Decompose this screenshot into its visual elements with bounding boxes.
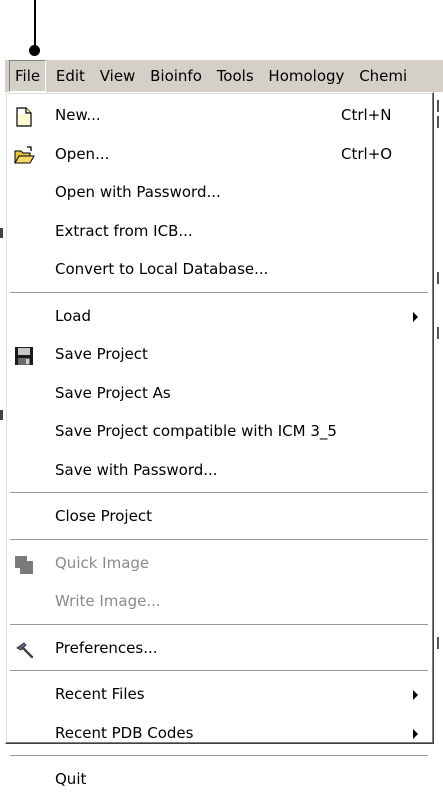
- menu-item-save-project-as[interactable]: Save Project As: [8, 374, 430, 413]
- menu-item-quit[interactable]: Quit: [8, 760, 430, 799]
- menu-item-save-project[interactable]: Save Project: [8, 335, 430, 374]
- menu-item-label: Preferences...: [55, 638, 158, 657]
- menu-item-label: New...: [55, 106, 101, 124]
- menu-separator: [10, 623, 428, 626]
- submenu-arrow-icon: [413, 728, 418, 739]
- open-folder-icon: [13, 143, 35, 165]
- menu-item-label: Quick Image: [55, 553, 150, 572]
- menu-item-write-image: Write Image...: [8, 582, 430, 621]
- menu-separator: [10, 670, 428, 672]
- menu-file[interactable]: File: [9, 60, 47, 92]
- menu-item-quick-image: Quick Image: [8, 544, 430, 583]
- background-window-mark: [0, 410, 3, 420]
- shortcut-label: Ctrl+O: [341, 144, 393, 163]
- menu-item-recent-files[interactable]: Recent Files: [8, 675, 430, 714]
- menu-item-open-with-password[interactable]: Open with Password...: [8, 173, 430, 212]
- menu-item-label: Load: [55, 306, 91, 325]
- menu-separator: [10, 291, 428, 294]
- menu-item-label: Recent Files: [55, 685, 145, 703]
- menu-item-label: Write Image...: [55, 592, 161, 610]
- menu-item-label: Close Project: [55, 507, 152, 525]
- background-window-mark: [0, 228, 3, 238]
- shortcut-label: Ctrl+N: [341, 106, 392, 124]
- submenu-arrow-icon: [413, 311, 418, 322]
- menu-item-label: Recent PDB Codes: [55, 723, 194, 742]
- menu-item-new[interactable]: New... Ctrl+N: [8, 96, 430, 135]
- menu-item-label: Save with Password...: [55, 460, 218, 479]
- menu-item-save-with-password[interactable]: Save with Password...: [8, 451, 430, 490]
- menu-item-load[interactable]: Load: [8, 297, 430, 336]
- menu-view[interactable]: View: [95, 60, 141, 92]
- new-file-icon: [13, 104, 35, 127]
- menu-edit[interactable]: Edit: [51, 60, 90, 92]
- menu-tools[interactable]: Tools: [212, 60, 259, 92]
- menu-item-label: Open...: [55, 144, 110, 163]
- save-disk-icon: [13, 343, 35, 365]
- menu-item-label: Save Project As: [55, 383, 171, 402]
- menu-item-close-project[interactable]: Close Project: [8, 497, 430, 536]
- menu-separator: [10, 492, 428, 494]
- callout-line: [34, 0, 36, 48]
- menu-item-extract-from-icb[interactable]: Extract from ICB...: [8, 212, 430, 251]
- menu-separator: [10, 755, 428, 757]
- menu-bioinfo[interactable]: Bioinfo: [145, 60, 207, 92]
- menu-item-preferences[interactable]: Preferences...: [8, 629, 430, 668]
- menu-item-open[interactable]: Open... Ctrl+O: [8, 135, 430, 174]
- menu-item-label: Save Project: [55, 345, 148, 363]
- menu-item-save-project-icm35[interactable]: Save Project compatible with ICM 3_5: [8, 412, 430, 451]
- menu-item-label: Convert to Local Database...: [55, 260, 269, 278]
- menu-item-convert-local-db[interactable]: Convert to Local Database...: [8, 250, 430, 289]
- menu-item-label: Open with Password...: [55, 183, 221, 201]
- menu-separator: [10, 538, 428, 541]
- menu-item-label: Extract from ICB...: [55, 221, 193, 240]
- quick-image-icon: [13, 552, 35, 574]
- submenu-arrow-icon: [413, 690, 418, 700]
- menu-item-label: Save Project compatible with ICM 3_5: [55, 422, 337, 440]
- menu-homology[interactable]: Homology: [263, 60, 349, 92]
- hammer-icon: [13, 637, 35, 659]
- callout-dot: [29, 45, 40, 56]
- menu-item-recent-pdb-codes[interactable]: Recent PDB Codes: [8, 714, 430, 753]
- file-menu-dropdown: New... Ctrl+N Open... Ctrl+O Open with P…: [5, 92, 434, 788]
- menu-bar: File Edit View Bioinfo Tools Homology Ch…: [5, 59, 443, 94]
- menu-item-label: Quit: [55, 770, 87, 788]
- menu-chemistry[interactable]: Chemi: [354, 60, 412, 92]
- background-window-edge: [434, 92, 443, 744]
